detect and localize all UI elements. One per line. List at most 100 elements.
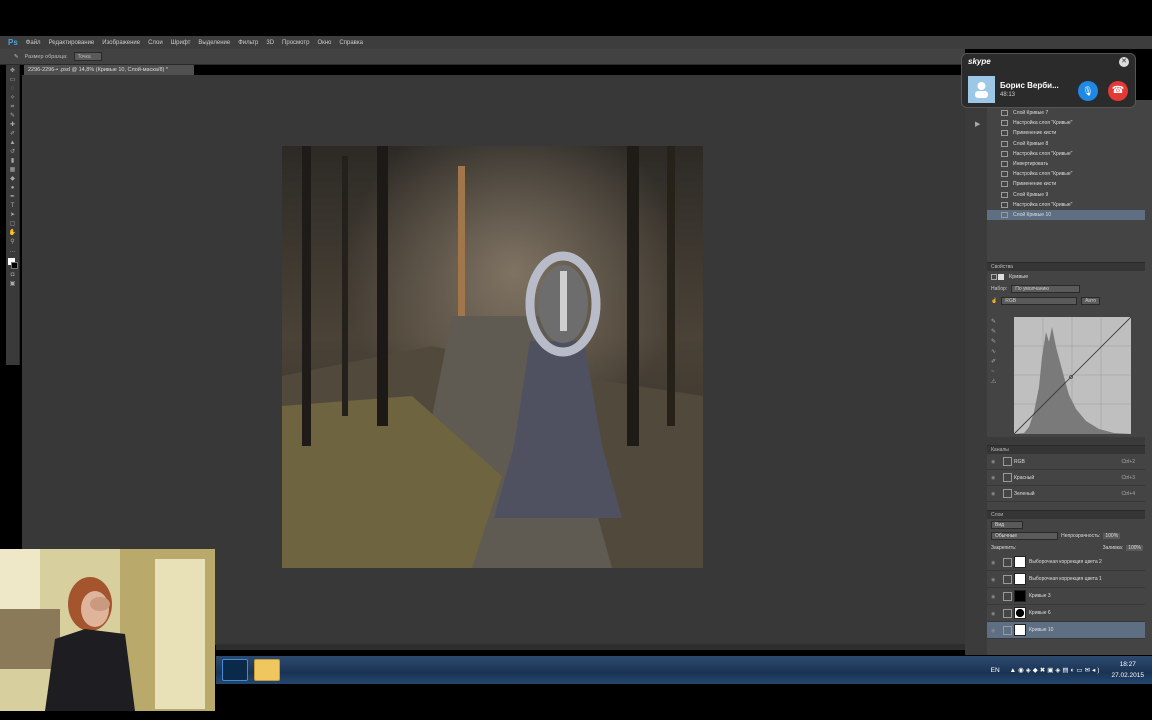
history-item[interactable]: Настройка слоя "Кривые" — [987, 169, 1145, 179]
curve-edit-icon[interactable]: ∿ — [991, 347, 1001, 357]
crop-tool-icon[interactable]: ⌗ — [9, 104, 17, 110]
screen-mode-icon[interactable]: ▣ — [9, 281, 17, 287]
gradient-tool-icon[interactable]: ▦ — [9, 167, 17, 173]
target-adjust-icon[interactable]: ☝ — [991, 298, 997, 304]
point-eyedropper-white-icon[interactable]: ✎ — [991, 337, 1001, 347]
history-item[interactable]: Настройка слоя "Кривые" — [987, 149, 1145, 159]
hand-tool-icon[interactable]: ✋ — [9, 230, 17, 236]
sample-size-select[interactable]: Точка — [73, 52, 102, 61]
fill-input[interactable]: 100% — [1126, 545, 1143, 551]
history-item[interactable]: Слой Кривые 9 — [987, 190, 1145, 200]
eye-icon[interactable]: ◉ — [991, 491, 997, 497]
document-tab[interactable]: 2296-2296-• .psd @ 14,8% (Кривые 10, Сло… — [24, 65, 194, 75]
photoshop-taskbar-icon[interactable] — [222, 659, 248, 681]
menu-filter[interactable]: Фильтр — [238, 40, 258, 46]
history-item[interactable]: Инвертировать — [987, 159, 1145, 169]
properties-header[interactable]: Свойства — [987, 262, 1145, 271]
menu-layers[interactable]: Слои — [148, 40, 163, 46]
curves-graph[interactable] — [1014, 317, 1131, 434]
channel-row-red[interactable]: ◉ Красный Ctrl+3 — [987, 470, 1145, 486]
channel-select[interactable]: RGB — [1001, 297, 1078, 305]
document-image[interactable] — [282, 146, 703, 568]
layer-mask-thumbnail[interactable] — [1014, 573, 1026, 585]
menu-type[interactable]: Шрифт — [171, 40, 191, 46]
eye-icon[interactable]: ◉ — [991, 459, 997, 465]
menu-3d[interactable]: 3D — [266, 40, 274, 46]
play-icon[interactable]: ▶ — [975, 120, 987, 128]
layer-kind-select[interactable]: Вид — [991, 520, 1024, 529]
close-icon[interactable]: ✕ — [1119, 57, 1129, 67]
mask-icon[interactable] — [998, 274, 1004, 280]
eraser-tool-icon[interactable]: ▮ — [9, 158, 17, 164]
shape-tool-icon[interactable]: ▢ — [9, 221, 17, 227]
opacity-input[interactable]: 100% — [1103, 533, 1121, 539]
language-indicator[interactable]: EN — [991, 667, 1000, 674]
background-color-swatch[interactable] — [11, 262, 18, 269]
tray-icons[interactable]: ▲◉◈◆✖▣◈▤◐▭✉◂) — [1010, 666, 1102, 674]
blend-mode-select[interactable]: Обычные — [991, 532, 1059, 540]
hangup-button[interactable]: ☎ — [1108, 81, 1128, 101]
layer-row[interactable]: ◉ Выборочная коррекция цвета 2 — [987, 554, 1145, 571]
skype-call-window[interactable]: skype ✕ Борис Верби... 48:13 🎙 ☎ — [961, 53, 1136, 108]
channels-header[interactable]: Каналы — [987, 445, 1145, 454]
history-item[interactable]: Настройка слоя "Кривые" — [987, 118, 1145, 128]
layer-row[interactable]: ◉ Выборочная коррекция цвета 1 — [987, 571, 1145, 588]
stamp-tool-icon[interactable]: ▲ — [9, 140, 17, 146]
blur-tool-icon[interactable]: ◆ — [9, 176, 17, 182]
menu-select[interactable]: Выделение — [198, 40, 230, 46]
point-eyedropper-gray-icon[interactable]: ✎ — [991, 327, 1001, 337]
eyedropper-icon[interactable]: ✎ — [14, 54, 19, 60]
clock[interactable]: 18:27 27.02.2015 — [1111, 659, 1144, 681]
menu-window[interactable]: Окно — [317, 40, 331, 46]
layers-header[interactable]: Слои — [987, 510, 1145, 519]
quick-mask-icon[interactable]: ◘ — [9, 272, 17, 278]
point-eyedropper-black-icon[interactable]: ✎ — [991, 317, 1001, 327]
auto-button[interactable]: Авто — [1081, 297, 1100, 305]
layer-row[interactable]: ◉ Кривые 6 — [987, 605, 1145, 622]
microphone-button[interactable]: 🎙 — [1078, 81, 1098, 101]
history-item[interactable]: Применение кисти — [987, 128, 1145, 138]
horizontal-scrollbar[interactable] — [216, 644, 965, 650]
eye-icon[interactable]: ◉ — [991, 577, 997, 583]
layer-row-selected[interactable]: ◉ Кривые 10 — [987, 622, 1145, 639]
menu-image[interactable]: Изображение — [102, 40, 140, 46]
menu-edit[interactable]: Редактирование — [49, 40, 95, 46]
move-tool-icon[interactable]: ✥ — [9, 68, 17, 74]
channel-row-rgb[interactable]: ◉ RGB Ctrl+2 — [987, 454, 1145, 470]
brush-tool-icon[interactable]: ✐ — [9, 131, 17, 137]
type-tool-icon[interactable]: T — [9, 203, 17, 209]
zoom-tool-icon[interactable]: ⚲ — [9, 239, 17, 245]
dodge-tool-icon[interactable]: ● — [9, 185, 17, 191]
menu-file[interactable]: Файл — [26, 40, 41, 46]
history-item[interactable]: Слой Кривые 7 — [987, 108, 1145, 118]
history-brush-icon[interactable]: ↺ — [9, 149, 17, 155]
smooth-icon[interactable]: ~ — [991, 367, 1001, 377]
eye-icon[interactable]: ◉ — [991, 628, 997, 634]
eye-icon[interactable]: ◉ — [991, 594, 997, 600]
explorer-taskbar-icon[interactable] — [254, 659, 280, 681]
extra-tools-icon[interactable]: … — [9, 248, 17, 254]
history-item[interactable]: Настройка слоя "Кривые" — [987, 200, 1145, 210]
eye-icon[interactable]: ◉ — [991, 475, 997, 481]
healing-tool-icon[interactable]: ✚ — [9, 122, 17, 128]
eye-icon[interactable]: ◉ — [991, 611, 997, 617]
layer-mask-thumbnail[interactable] — [1014, 590, 1026, 602]
pencil-icon[interactable]: ✐ — [991, 357, 1001, 367]
marquee-tool-icon[interactable]: ▭ — [9, 77, 17, 83]
preset-select[interactable]: По умолчанию — [1011, 285, 1081, 293]
layer-mask-thumbnail[interactable] — [1014, 624, 1026, 636]
menu-help[interactable]: Справка — [339, 40, 363, 46]
pen-tool-icon[interactable]: ✒ — [9, 194, 17, 200]
eye-icon[interactable]: ◉ — [991, 560, 997, 566]
quick-select-icon[interactable]: ✧ — [9, 95, 17, 101]
layer-mask-thumbnail[interactable] — [1014, 556, 1026, 568]
channel-row-green[interactable]: ◉ Зеленый Ctrl+4 — [987, 486, 1145, 502]
history-item[interactable]: Слой Кривые 8 — [987, 139, 1145, 149]
layer-row[interactable]: ◉ Кривые 3 — [987, 588, 1145, 605]
layer-mask-thumbnail[interactable] — [1014, 607, 1026, 619]
history-item-selected[interactable]: Слой Кривые 10 — [987, 209, 1145, 221]
history-item[interactable]: Применение кисти — [987, 179, 1145, 189]
menu-view[interactable]: Просмотр — [282, 40, 309, 46]
clipping-icon[interactable]: ⚠ — [991, 377, 1001, 387]
lasso-tool-icon[interactable]: ◌ — [9, 86, 17, 92]
